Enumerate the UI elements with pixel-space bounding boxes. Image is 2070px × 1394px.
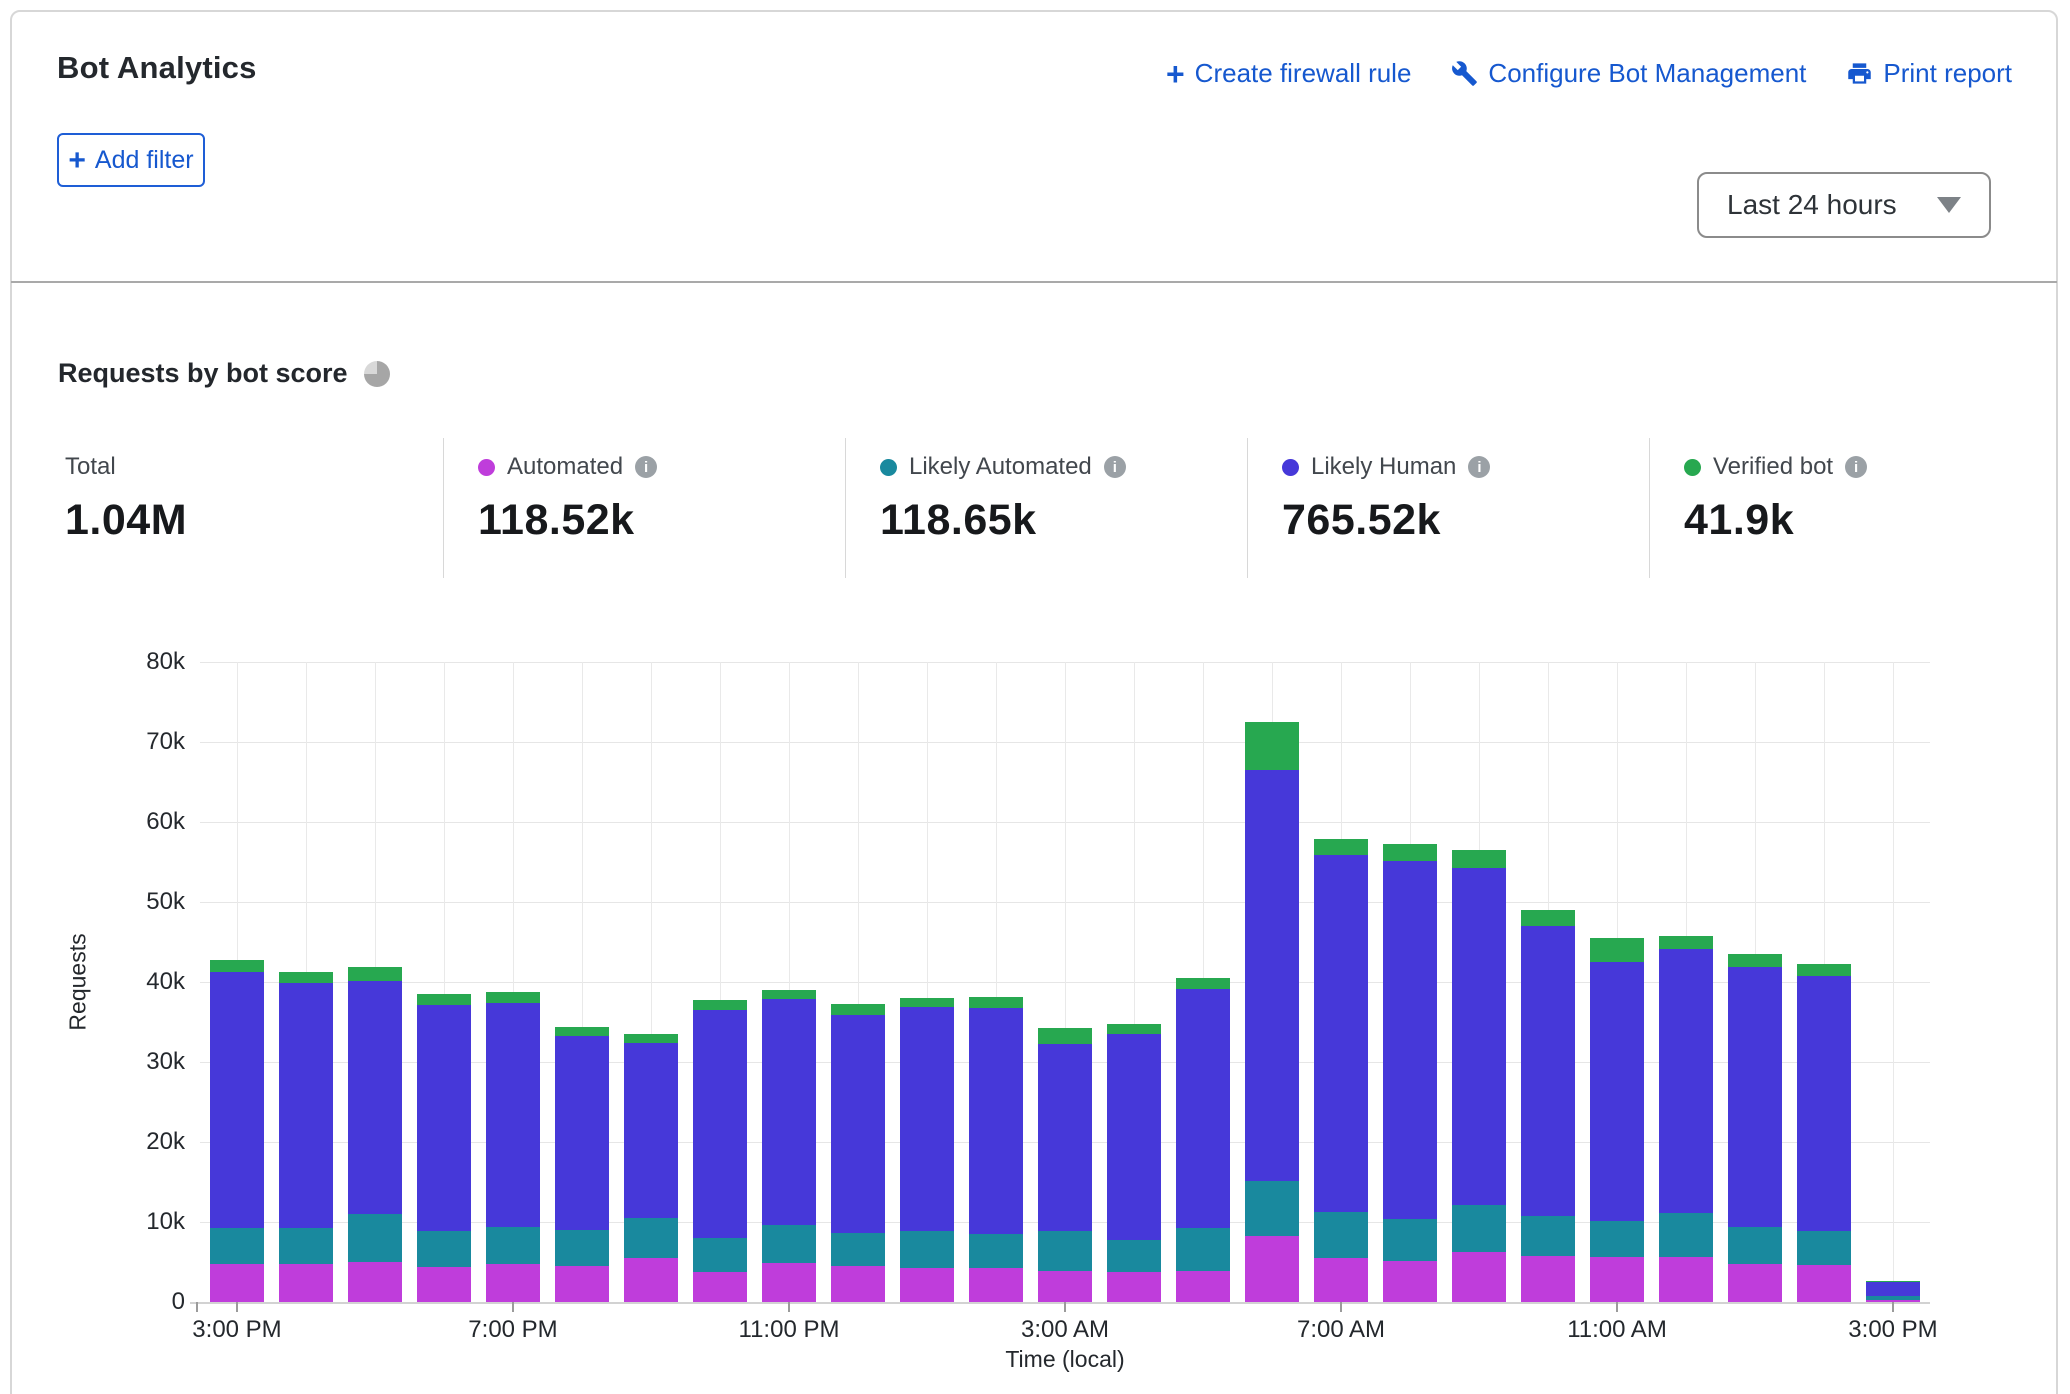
header-actions: + Create firewall rule Configure Bot Man…: [1166, 58, 2012, 89]
create-firewall-rule-link[interactable]: + Create firewall rule: [1166, 58, 1411, 89]
chevron-down-icon: [1937, 197, 1961, 213]
section-title: Requests by bot score: [58, 358, 348, 389]
verified-bot-dot-icon: [1684, 459, 1701, 476]
create-firewall-rule-label: Create firewall rule: [1195, 58, 1412, 89]
stat-value: 765.52k: [1282, 496, 1490, 545]
header-divider: [11, 281, 2057, 283]
stat-value: 1.04M: [65, 496, 187, 545]
likely-human-dot-icon: [1282, 459, 1299, 476]
stat-separator: [443, 438, 444, 578]
stat-value: 118.52k: [478, 496, 657, 545]
likely-automated-dot-icon: [880, 459, 897, 476]
plus-icon: +: [1166, 61, 1185, 87]
plus-icon: +: [68, 148, 86, 173]
info-icon[interactable]: i: [1104, 456, 1126, 478]
pie-chart-icon: [364, 361, 390, 387]
stat-separator: [845, 438, 846, 578]
stat-separator: [1649, 438, 1650, 578]
stat-label: Total: [65, 453, 116, 481]
add-filter-button[interactable]: + Add filter: [57, 133, 205, 187]
printer-icon: [1846, 60, 1873, 87]
stat-likely-human: Likely Human i 765.52k: [1282, 452, 1490, 545]
configure-bot-management-link[interactable]: Configure Bot Management: [1451, 58, 1806, 89]
info-icon[interactable]: i: [635, 456, 657, 478]
stat-likely-automated: Likely Automated i 118.65k: [880, 452, 1126, 545]
configure-bot-management-label: Configure Bot Management: [1488, 58, 1806, 89]
time-range-value: Last 24 hours: [1727, 189, 1897, 221]
stat-separator: [1247, 438, 1248, 578]
add-filter-label: Add filter: [95, 146, 194, 175]
stat-label: Automated: [507, 453, 623, 481]
stat-total: Total 1.04M: [65, 452, 187, 545]
stat-automated: Automated i 118.52k: [478, 452, 657, 545]
section-title-row: Requests by bot score: [58, 358, 390, 389]
stat-label: Likely Human: [1311, 453, 1456, 481]
automated-dot-icon: [478, 459, 495, 476]
print-report-link[interactable]: Print report: [1846, 58, 2012, 89]
time-range-dropdown[interactable]: Last 24 hours: [1697, 172, 1991, 238]
info-icon[interactable]: i: [1845, 456, 1867, 478]
print-report-label: Print report: [1883, 58, 2012, 89]
stat-value: 41.9k: [1684, 496, 1867, 545]
page-title: Bot Analytics: [57, 50, 257, 86]
info-icon[interactable]: i: [1468, 456, 1490, 478]
wrench-icon: [1451, 60, 1478, 87]
stat-label: Verified bot: [1713, 453, 1833, 481]
stat-value: 118.65k: [880, 496, 1126, 545]
stat-label: Likely Automated: [909, 453, 1092, 481]
stat-verified-bot: Verified bot i 41.9k: [1684, 452, 1867, 545]
